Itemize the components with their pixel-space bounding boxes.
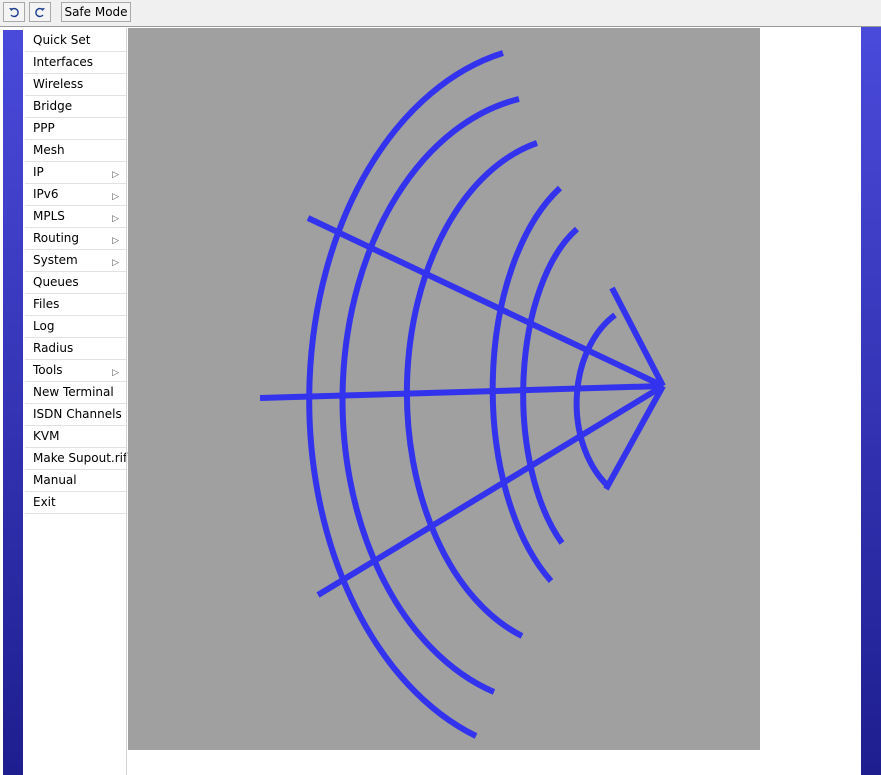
- menu-item-label: Bridge: [33, 99, 73, 113]
- menu-item-routing[interactable]: Routing ▷: [25, 228, 126, 250]
- submenu-arrow-icon: ▷: [112, 170, 119, 180]
- beam-line-center: [259, 383, 664, 401]
- submenu-arrow-icon: ▷: [112, 236, 119, 246]
- menu-item-quick-set[interactable]: Quick Set: [25, 30, 126, 52]
- menu-item-isdn-channels[interactable]: ISDN Channels: [25, 404, 126, 426]
- menu-item-queues[interactable]: Queues: [25, 272, 126, 294]
- submenu-arrow-icon: ▷: [112, 192, 119, 202]
- menu-item-log[interactable]: Log: [25, 316, 126, 338]
- menu-item-exit[interactable]: Exit: [25, 492, 126, 514]
- menu-item-radius[interactable]: Radius: [25, 338, 126, 360]
- undo-button[interactable]: [3, 2, 25, 22]
- menu-item-bridge[interactable]: Bridge: [25, 96, 126, 118]
- menu-item-new-terminal[interactable]: New Terminal: [25, 382, 126, 404]
- menu-item-kvm[interactable]: KVM: [25, 426, 126, 448]
- redo-button[interactable]: [29, 2, 51, 22]
- menu-item-label: KVM: [33, 429, 60, 443]
- menu-item-label: MPLS: [33, 209, 65, 223]
- menu-item-label: IPv6: [33, 187, 59, 201]
- menu-item-label: Exit: [33, 495, 56, 509]
- undo-icon: [9, 7, 19, 18]
- menu-item-label: ISDN Channels: [33, 407, 122, 421]
- menu-item-label: Log: [33, 319, 55, 333]
- submenu-arrow-icon: ▷: [112, 368, 119, 378]
- menu-item-ipv6[interactable]: IPv6 ▷: [25, 184, 126, 206]
- menu-item-label: Quick Set: [33, 33, 91, 47]
- submenu-arrow-icon: ▷: [112, 214, 119, 224]
- menu-item-interfaces[interactable]: Interfaces: [25, 52, 126, 74]
- menu-item-ip[interactable]: IP ▷: [25, 162, 126, 184]
- menu-item-label: Wireless: [33, 77, 84, 91]
- signal-arc-1: [573, 312, 617, 489]
- menu-item-label: New Terminal: [33, 385, 114, 399]
- left-sidebar-bar: [3, 30, 23, 775]
- menu-item-ppp[interactable]: PPP: [25, 118, 126, 140]
- submenu-arrow-icon: ▷: [112, 258, 119, 268]
- menu-item-label: Radius: [33, 341, 74, 355]
- safe-mode-button[interactable]: Safe Mode: [61, 2, 131, 22]
- menu-item-label: Manual: [33, 473, 77, 487]
- menu-item-manual[interactable]: Manual: [25, 470, 126, 492]
- redo-icon: [35, 7, 45, 18]
- menu-item-make-supout-rif[interactable]: Make Supout.rif: [25, 448, 128, 470]
- menu-item-label: PPP: [33, 121, 55, 135]
- menu-item-mpls[interactable]: MPLS ▷: [25, 206, 126, 228]
- right-sidebar-bar: [861, 27, 881, 775]
- menu-item-label: Queues: [33, 275, 79, 289]
- menu-item-label: Mesh: [33, 143, 65, 157]
- menu-item-system[interactable]: System ▷: [25, 250, 126, 272]
- menu-item-mesh[interactable]: Mesh: [25, 140, 126, 162]
- menu-item-wireless[interactable]: Wireless: [25, 74, 126, 96]
- menu-divider: [126, 28, 127, 775]
- toolbar: Safe Mode: [0, 0, 881, 27]
- menu-item-label: System: [33, 253, 78, 267]
- menu-item-label: Files: [33, 297, 60, 311]
- menu-item-label: Routing: [33, 231, 80, 245]
- menu-item-label: Tools: [33, 363, 63, 377]
- main-menu: Quick Set Interfaces Wireless Bridge PPP Mesh…: [25, 30, 128, 514]
- beam-line-bottom: [316, 383, 665, 598]
- menu-item-files[interactable]: Files: [25, 294, 126, 316]
- antenna-pattern-graphic: [259, 50, 666, 739]
- menu-item-label: Interfaces: [33, 55, 93, 69]
- menu-item-tools[interactable]: Tools ▷: [25, 360, 126, 382]
- menu-item-label: IP: [33, 165, 44, 179]
- menu-item-label: Make Supout.rif: [33, 451, 128, 465]
- graphic-canvas: [128, 28, 760, 750]
- beam-line-top: [306, 215, 665, 389]
